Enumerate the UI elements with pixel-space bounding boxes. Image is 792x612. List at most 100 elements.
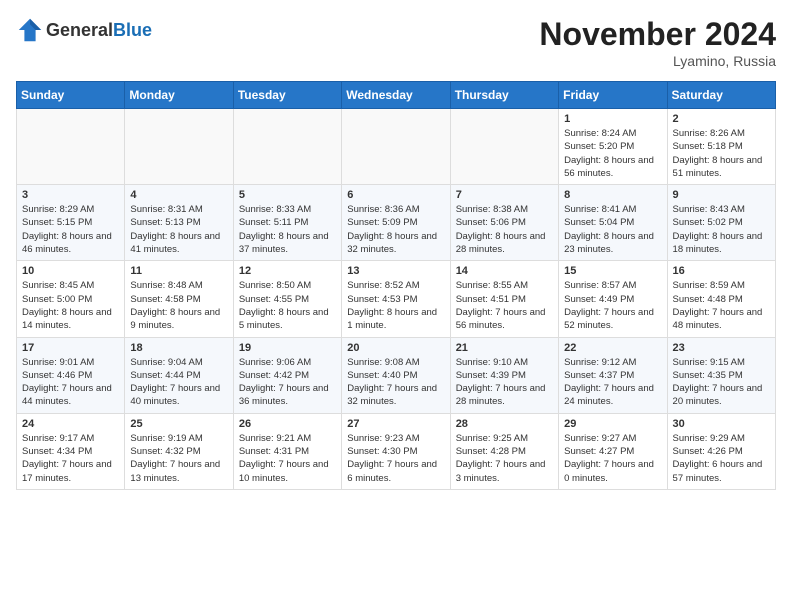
calendar-day-cell: 22 Sunrise: 9:12 AM Sunset: 4:37 PM Dayli… — [559, 337, 667, 413]
day-number: 5 — [239, 189, 336, 201]
day-number: 19 — [239, 342, 336, 354]
calendar-day-cell: 19 Sunrise: 9:06 AM Sunset: 4:42 PM Dayli… — [233, 337, 341, 413]
day-info: Sunrise: 8:59 AM Sunset: 4:48 PM Dayligh… — [673, 279, 770, 332]
calendar-day-cell: 5 Sunrise: 8:33 AM Sunset: 5:11 PM Daylig… — [233, 185, 341, 261]
month-title: November 2024 — [539, 16, 776, 53]
calendar-day-cell: 13 Sunrise: 8:52 AM Sunset: 4:53 PM Dayli… — [342, 261, 450, 337]
day-info: Sunrise: 9:10 AM Sunset: 4:39 PM Dayligh… — [456, 356, 553, 409]
day-number: 1 — [564, 113, 661, 125]
day-info: Sunrise: 8:36 AM Sunset: 5:09 PM Dayligh… — [347, 203, 444, 256]
day-number: 11 — [130, 265, 227, 277]
calendar-day-cell — [17, 109, 125, 185]
calendar-week-row: 10 Sunrise: 8:45 AM Sunset: 5:00 PM Dayli… — [17, 261, 776, 337]
day-number: 9 — [673, 189, 770, 201]
calendar-day-cell: 1 Sunrise: 8:24 AM Sunset: 5:20 PM Daylig… — [559, 109, 667, 185]
day-info: Sunrise: 8:33 AM Sunset: 5:11 PM Dayligh… — [239, 203, 336, 256]
calendar-day-cell: 29 Sunrise: 9:27 AM Sunset: 4:27 PM Dayli… — [559, 413, 667, 489]
day-number: 27 — [347, 418, 444, 430]
day-info: Sunrise: 9:15 AM Sunset: 4:35 PM Dayligh… — [673, 356, 770, 409]
day-info: Sunrise: 9:17 AM Sunset: 4:34 PM Dayligh… — [22, 432, 119, 485]
day-number: 22 — [564, 342, 661, 354]
day-of-week-header: Tuesday — [233, 82, 341, 109]
calendar-day-cell: 9Sunrise: 8:43 AM Sunset: 5:02 PM Daylig… — [667, 185, 775, 261]
day-number: 14 — [456, 265, 553, 277]
calendar-day-cell — [342, 109, 450, 185]
calendar-day-cell: 2 Sunrise: 8:26 AM Sunset: 5:18 PM Daylig… — [667, 109, 775, 185]
calendar-header-row: SundayMondayTuesdayWednesdayThursdayFrid… — [17, 82, 776, 109]
day-info: Sunrise: 9:06 AM Sunset: 4:42 PM Dayligh… — [239, 356, 336, 409]
location: Lyamino, Russia — [539, 53, 776, 69]
calendar-day-cell: 3Sunrise: 8:29 AM Sunset: 5:15 PM Daylig… — [17, 185, 125, 261]
day-info: Sunrise: 8:48 AM Sunset: 4:58 PM Dayligh… — [130, 279, 227, 332]
day-of-week-header: Sunday — [17, 82, 125, 109]
day-info: Sunrise: 9:21 AM Sunset: 4:31 PM Dayligh… — [239, 432, 336, 485]
calendar-day-cell — [450, 109, 558, 185]
logo-text: GeneralBlue — [46, 20, 152, 41]
logo-blue: Blue — [113, 20, 152, 40]
calendar-day-cell: 20Sunrise: 9:08 AM Sunset: 4:40 PM Dayli… — [342, 337, 450, 413]
calendar-day-cell: 15 Sunrise: 8:57 AM Sunset: 4:49 PM Dayli… — [559, 261, 667, 337]
day-number: 8 — [564, 189, 661, 201]
day-number: 4 — [130, 189, 227, 201]
day-of-week-header: Wednesday — [342, 82, 450, 109]
day-info: Sunrise: 8:57 AM Sunset: 4:49 PM Dayligh… — [564, 279, 661, 332]
day-info: Sunrise: 9:29 AM Sunset: 4:26 PM Dayligh… — [673, 432, 770, 485]
day-info: Sunrise: 9:12 AM Sunset: 4:37 PM Dayligh… — [564, 356, 661, 409]
logo: GeneralBlue — [16, 16, 152, 44]
logo-icon — [16, 16, 44, 44]
calendar-day-cell: 21Sunrise: 9:10 AM Sunset: 4:39 PM Dayli… — [450, 337, 558, 413]
day-info: Sunrise: 8:55 AM Sunset: 4:51 PM Dayligh… — [456, 279, 553, 332]
calendar-day-cell: 14 Sunrise: 8:55 AM Sunset: 4:51 PM Dayli… — [450, 261, 558, 337]
day-of-week-header: Monday — [125, 82, 233, 109]
day-number: 3 — [22, 189, 119, 201]
day-number: 23 — [673, 342, 770, 354]
day-info: Sunrise: 9:25 AM Sunset: 4:28 PM Dayligh… — [456, 432, 553, 485]
title-block: November 2024 Lyamino, Russia — [539, 16, 776, 69]
day-number: 15 — [564, 265, 661, 277]
calendar-day-cell: 30 Sunrise: 9:29 AM Sunset: 4:26 PM Dayli… — [667, 413, 775, 489]
calendar-day-cell: 7Sunrise: 8:38 AM Sunset: 5:06 PM Daylig… — [450, 185, 558, 261]
day-of-week-header: Friday — [559, 82, 667, 109]
day-info: Sunrise: 9:08 AM Sunset: 4:40 PM Dayligh… — [347, 356, 444, 409]
day-number: 30 — [673, 418, 770, 430]
day-info: Sunrise: 9:19 AM Sunset: 4:32 PM Dayligh… — [130, 432, 227, 485]
calendar-week-row: 1 Sunrise: 8:24 AM Sunset: 5:20 PM Daylig… — [17, 109, 776, 185]
day-of-week-header: Thursday — [450, 82, 558, 109]
logo-general: General — [46, 20, 113, 40]
day-number: 17 — [22, 342, 119, 354]
day-number: 6 — [347, 189, 444, 201]
calendar-table: SundayMondayTuesdayWednesdayThursdayFrid… — [16, 81, 776, 490]
day-number: 13 — [347, 265, 444, 277]
calendar-day-cell: 6 Sunrise: 8:36 AM Sunset: 5:09 PM Daylig… — [342, 185, 450, 261]
calendar-day-cell: 24Sunrise: 9:17 AM Sunset: 4:34 PM Dayli… — [17, 413, 125, 489]
day-info: Sunrise: 9:27 AM Sunset: 4:27 PM Dayligh… — [564, 432, 661, 485]
day-number: 29 — [564, 418, 661, 430]
calendar-day-cell: 23 Sunrise: 9:15 AM Sunset: 4:35 PM Dayli… — [667, 337, 775, 413]
day-info: Sunrise: 9:01 AM Sunset: 4:46 PM Dayligh… — [22, 356, 119, 409]
day-info: Sunrise: 8:41 AM Sunset: 5:04 PM Dayligh… — [564, 203, 661, 256]
calendar-day-cell: 16 Sunrise: 8:59 AM Sunset: 4:48 PM Dayli… — [667, 261, 775, 337]
day-number: 16 — [673, 265, 770, 277]
calendar-week-row: 3Sunrise: 8:29 AM Sunset: 5:15 PM Daylig… — [17, 185, 776, 261]
day-info: Sunrise: 8:45 AM Sunset: 5:00 PM Dayligh… — [22, 279, 119, 332]
day-info: Sunrise: 9:23 AM Sunset: 4:30 PM Dayligh… — [347, 432, 444, 485]
day-info: Sunrise: 8:52 AM Sunset: 4:53 PM Dayligh… — [347, 279, 444, 332]
calendar-week-row: 24Sunrise: 9:17 AM Sunset: 4:34 PM Dayli… — [17, 413, 776, 489]
calendar-day-cell: 18 Sunrise: 9:04 AM Sunset: 4:44 PM Dayli… — [125, 337, 233, 413]
calendar-day-cell: 12Sunrise: 8:50 AM Sunset: 4:55 PM Dayli… — [233, 261, 341, 337]
day-number: 2 — [673, 113, 770, 125]
calendar-day-cell: 27 Sunrise: 9:23 AM Sunset: 4:30 PM Dayli… — [342, 413, 450, 489]
day-info: Sunrise: 8:26 AM Sunset: 5:18 PM Dayligh… — [673, 127, 770, 180]
day-info: Sunrise: 8:24 AM Sunset: 5:20 PM Dayligh… — [564, 127, 661, 180]
calendar-day-cell: 26 Sunrise: 9:21 AM Sunset: 4:31 PM Dayli… — [233, 413, 341, 489]
day-info: Sunrise: 8:31 AM Sunset: 5:13 PM Dayligh… — [130, 203, 227, 256]
day-info: Sunrise: 9:04 AM Sunset: 4:44 PM Dayligh… — [130, 356, 227, 409]
calendar-day-cell: 4 Sunrise: 8:31 AM Sunset: 5:13 PM Daylig… — [125, 185, 233, 261]
day-number: 10 — [22, 265, 119, 277]
day-number: 26 — [239, 418, 336, 430]
day-number: 28 — [456, 418, 553, 430]
calendar-day-cell: 10 Sunrise: 8:45 AM Sunset: 5:00 PM Dayli… — [17, 261, 125, 337]
day-info: Sunrise: 8:38 AM Sunset: 5:06 PM Dayligh… — [456, 203, 553, 256]
calendar-week-row: 17 Sunrise: 9:01 AM Sunset: 4:46 PM Dayli… — [17, 337, 776, 413]
day-number: 18 — [130, 342, 227, 354]
